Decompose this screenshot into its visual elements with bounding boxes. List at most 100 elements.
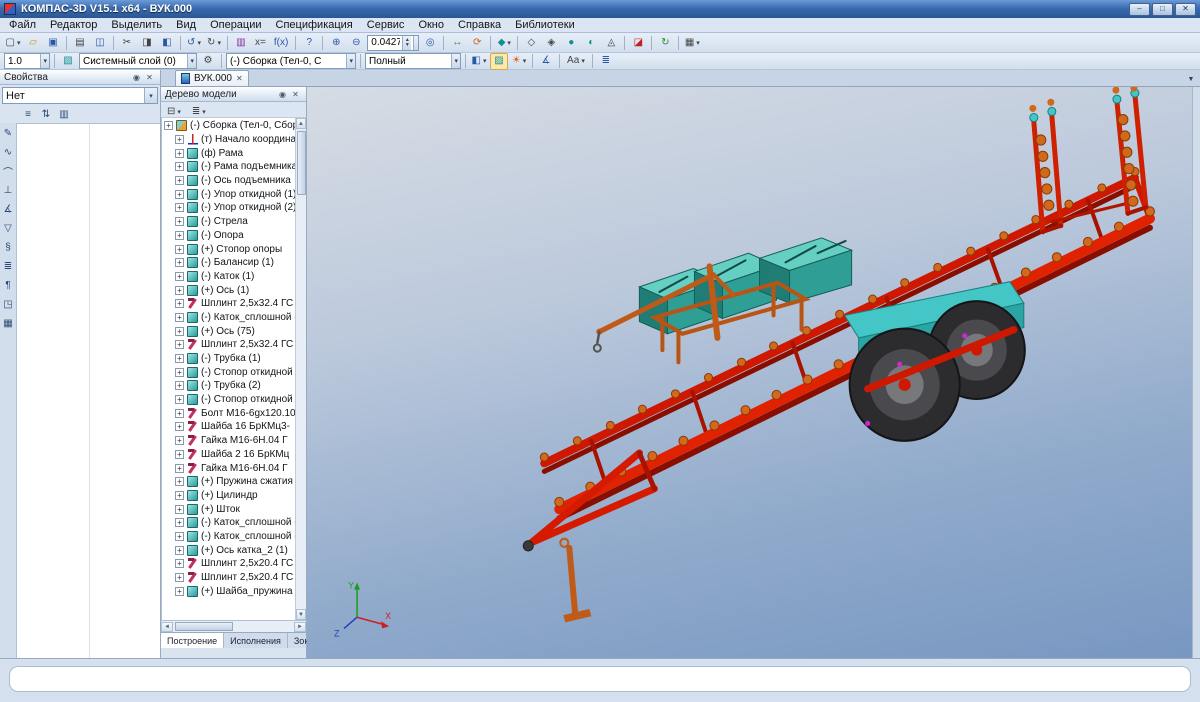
expand-icon[interactable] — [175, 505, 184, 514]
tree-item[interactable]: (-) Каток (1) — [162, 270, 295, 284]
menu-item[interactable]: Библиотеки — [508, 18, 582, 33]
pin-icon[interactable]: ◉ — [276, 88, 289, 100]
expand-icon[interactable] — [175, 286, 184, 295]
tab-list-button[interactable]: ▼ — [1184, 72, 1198, 86]
parameters-button[interactable]: ≣ — [597, 53, 615, 70]
layers-button[interactable]: ▧ — [59, 53, 77, 70]
expand-icon[interactable] — [175, 573, 184, 582]
expand-icon[interactable] — [175, 299, 184, 308]
copy-button[interactable]: ◨ — [138, 34, 156, 51]
tree-item[interactable]: Шайба 2 16 БрКМц — [162, 448, 295, 462]
scrollbar-thumb[interactable] — [175, 622, 233, 631]
properties-filter-combo[interactable]: Нет ▾ — [2, 87, 158, 104]
surfaces-button[interactable]: ⌒ — [1, 164, 16, 179]
current-component-combo[interactable]: (-) Сборка (Тел-0, С ▾ — [226, 53, 356, 69]
pin-icon[interactable]: ◉ — [130, 71, 143, 83]
library-manager-button[interactable]: ▥ — [232, 34, 250, 51]
trailer-model[interactable] — [523, 87, 1154, 622]
tree-item[interactable]: (+) Шток — [162, 502, 295, 516]
expand-icon[interactable] — [164, 121, 173, 130]
edit-assembly-button[interactable]: ✎ — [1, 126, 16, 141]
hide-objects-button[interactable]: ▦ ▾ — [683, 34, 701, 51]
expand-icon[interactable] — [175, 203, 184, 212]
maximize-button[interactable]: □ — [1152, 3, 1173, 16]
expand-icon[interactable] — [175, 217, 184, 226]
menu-item[interactable]: Окно — [411, 18, 451, 33]
tree-item[interactable]: (-) Рама подъемника — [162, 160, 295, 174]
expand-icon[interactable] — [175, 532, 184, 541]
expand-icon[interactable] — [175, 327, 184, 336]
layer-settings-button[interactable]: ⚙ — [199, 53, 217, 70]
shaded-button[interactable]: ● — [562, 34, 580, 51]
sheet-metal-button[interactable]: ◳ — [1, 297, 16, 312]
variables-button[interactable]: x= — [252, 34, 269, 51]
zoom-out-button[interactable]: ⊖ — [347, 34, 365, 51]
menu-item[interactable]: Файл — [2, 18, 43, 33]
scroll-down-icon[interactable]: ▼ — [296, 609, 306, 620]
detail-level-combo[interactable]: Полный ▾ — [365, 53, 461, 69]
menu-item[interactable]: Операции — [203, 18, 268, 33]
close-icon[interactable]: ✕ — [143, 71, 156, 83]
cut-button[interactable]: ✂ — [118, 34, 136, 51]
expand-icon[interactable] — [175, 258, 184, 267]
tree-horizontal-scrollbar[interactable]: ◄ ► — [161, 620, 306, 632]
tree-item[interactable]: Шплинт 2,5x20.4 ГС — [162, 571, 295, 585]
expand-icon[interactable] — [175, 587, 184, 596]
measure-3d-button[interactable]: ∡ — [1, 202, 16, 217]
tree-item[interactable]: (т) Начало координат — [162, 133, 295, 147]
open-button[interactable]: ▱ — [24, 34, 42, 51]
tree-item[interactable]: Болт М16-6gх120.10 — [162, 406, 295, 420]
tree-item[interactable]: Шплинт 2,5x32.4 ГС — [162, 338, 295, 352]
tree-item[interactable]: (-) Стопор откидной ( — [162, 365, 295, 379]
tree-item[interactable]: (-) Трубка (2) — [162, 379, 295, 393]
zoom-all-button[interactable]: ◎ — [421, 34, 439, 51]
functions-button[interactable]: f(x) — [271, 34, 291, 51]
menu-item[interactable]: Вид — [169, 18, 203, 33]
tree-item[interactable]: (-) Ось подъемника — [162, 174, 295, 188]
tree-item[interactable]: Гайка М16-6Н.04 Г — [162, 434, 295, 448]
perspective-button[interactable]: ◬ — [602, 34, 620, 51]
expand-icon[interactable] — [175, 546, 184, 555]
close-button[interactable]: ✕ — [1175, 3, 1196, 16]
tree-item[interactable]: Шплинт 2,5x32.4 ГС — [162, 297, 295, 311]
hidden-lines-button[interactable]: ◈ — [542, 34, 560, 51]
scroll-right-icon[interactable]: ► — [294, 622, 306, 632]
tab-close-icon[interactable]: ✕ — [236, 74, 243, 83]
columns-button[interactable]: ▥ — [56, 107, 72, 122]
tree-item[interactable]: (+) Цилиндр — [162, 489, 295, 503]
expand-icon[interactable] — [175, 381, 184, 390]
refresh-image-button[interactable]: ↻ — [656, 34, 674, 51]
orientation-button[interactable]: ◆ ▾ — [495, 34, 513, 51]
expand-icon[interactable] — [175, 231, 184, 240]
document-tab[interactable]: ВУК.000 ✕ — [175, 70, 249, 86]
macro-elements-button[interactable]: ▦ — [1, 316, 16, 331]
measure-button[interactable]: ∡ — [537, 53, 555, 70]
reports-button[interactable]: ≣ — [1, 259, 16, 274]
zoom-in-button[interactable]: ⊕ — [327, 34, 345, 51]
tree-item[interactable]: (-) Опора — [162, 229, 295, 243]
expand-icon[interactable] — [175, 464, 184, 473]
expand-icon[interactable] — [175, 162, 184, 171]
tree-tab[interactable]: Построение — [161, 633, 224, 648]
tree-vertical-scrollbar[interactable]: ▲ ▼ — [295, 118, 306, 620]
tree-tab[interactable]: Исполнения — [224, 633, 288, 648]
expand-icon[interactable] — [175, 409, 184, 418]
expand-icon[interactable] — [175, 491, 184, 500]
print-button[interactable]: ▤ — [71, 34, 89, 51]
expand-icon[interactable] — [175, 559, 184, 568]
auxiliary-geometry-button[interactable]: ⊥ — [1, 183, 16, 198]
spell-check-button[interactable]: Аа ▾ — [564, 53, 588, 70]
expand-icon[interactable] — [175, 176, 184, 185]
list-view-button[interactable]: ≡ — [20, 107, 36, 122]
menu-item[interactable]: Справка — [451, 18, 508, 33]
quick-display-button[interactable]: ▨ — [490, 53, 508, 70]
filters-button[interactable]: ▽ — [1, 221, 16, 236]
zoom-scale-combo[interactable]: 0.0427 ▲▼ — [367, 35, 419, 51]
specification-button[interactable]: § — [1, 240, 16, 255]
print-preview-button[interactable]: ◫ — [91, 34, 109, 51]
tree-item[interactable]: (-) Стрела — [162, 215, 295, 229]
tree-item[interactable]: (-) Упор откидной (2) — [162, 201, 295, 215]
expand-icon[interactable] — [175, 354, 184, 363]
tree-item[interactable]: (-) Каток_сплошной ( — [162, 530, 295, 544]
rotate-view-button[interactable]: ⟳ — [468, 34, 486, 51]
